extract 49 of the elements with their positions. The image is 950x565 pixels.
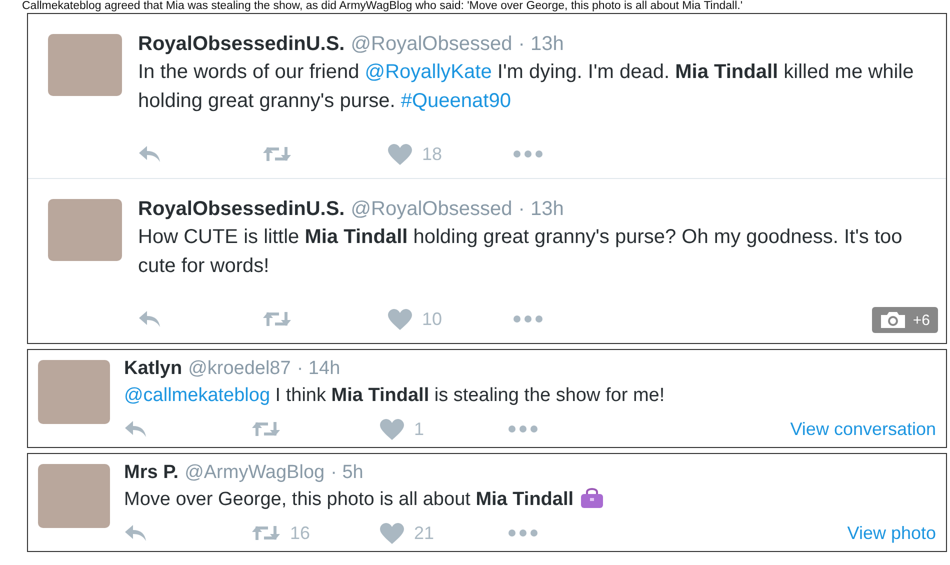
like-count: 1 <box>414 418 424 440</box>
user-handle[interactable]: @RoyalObsessed <box>350 195 512 223</box>
retweet-icon[interactable] <box>252 524 280 542</box>
display-name[interactable]: RoyalObsessedinU.S. <box>138 195 345 223</box>
user-handle[interactable]: @RoyalObsessed <box>350 30 512 58</box>
mention-link[interactable]: #Queenat90 <box>400 90 511 112</box>
more-icon[interactable] <box>508 529 538 537</box>
reply-icon[interactable] <box>124 420 148 438</box>
photo-count-badge[interactable]: +6 <box>872 307 938 333</box>
camera-icon <box>880 311 906 329</box>
reply-icon[interactable] <box>124 524 148 542</box>
avatar-photo-placeholder[interactable] <box>48 34 122 96</box>
avatar-photo-placeholder[interactable] <box>48 199 122 261</box>
tweet-time[interactable]: · 5h <box>330 460 364 486</box>
more-icon[interactable] <box>513 150 543 158</box>
reply-icon[interactable] <box>138 310 162 328</box>
retweet-icon[interactable] <box>252 420 280 438</box>
tweet-text: @callmekateblog I think Mia Tindall is stealing the show for me! <box>124 384 666 408</box>
view-link[interactable]: View photo <box>847 522 936 544</box>
display-name[interactable]: RoyalObsessedinU.S. <box>138 30 345 58</box>
like-count: 18 <box>422 144 442 164</box>
like-count: 21 <box>414 522 434 544</box>
more-icon[interactable] <box>508 425 538 433</box>
reply-icon[interactable] <box>138 145 162 163</box>
avatar-photo-placeholder[interactable] <box>38 464 110 528</box>
retweet-icon[interactable] <box>263 145 291 163</box>
more-icon[interactable] <box>513 315 543 323</box>
tweet-time[interactable]: · 13h <box>518 30 564 58</box>
avatar-photo-placeholder[interactable] <box>38 360 110 424</box>
view-link[interactable]: View conversation <box>790 418 936 440</box>
tweet-time[interactable]: · 14h <box>296 356 340 382</box>
heart-icon[interactable] <box>380 522 404 544</box>
user-handle[interactable]: @ArmyWagBlog <box>184 460 325 486</box>
mention-link[interactable]: @callmekateblog <box>124 385 270 406</box>
user-handle[interactable]: @kroedel87 <box>188 356 291 382</box>
tweet-text: In the words of our friend @RoyallyKate I'm dying. I'm dead. Mia Tindall killed me while holding great granny's purse. #Queenat90 <box>138 60 915 114</box>
display-name[interactable]: Katlyn <box>124 356 182 382</box>
tweet-text: How CUTE is little Mia Tindall holding great granny's purse? Oh my goodness. It's too cute for words! <box>138 225 904 279</box>
retweet-icon[interactable] <box>263 310 291 328</box>
tweet-text: Move over George, this photo is all about Mia Tindall <box>124 486 936 513</box>
display-name[interactable]: Mrs P. <box>124 460 179 486</box>
retweet-count: 16 <box>290 522 310 544</box>
heart-icon[interactable] <box>388 308 412 330</box>
mention-link[interactable]: @RoyallyKate <box>364 61 492 83</box>
article-caption: Callmekateblog agreed that Mia was stealing the show, as did ArmyWagBlog who said: 'Move over George, this photo is all about Mia Tindall.' <box>22 0 744 13</box>
tweet-time[interactable]: · 13h <box>518 195 564 223</box>
heart-icon[interactable] <box>388 144 412 164</box>
heart-icon[interactable] <box>380 418 404 440</box>
like-count: 10 <box>422 308 442 330</box>
